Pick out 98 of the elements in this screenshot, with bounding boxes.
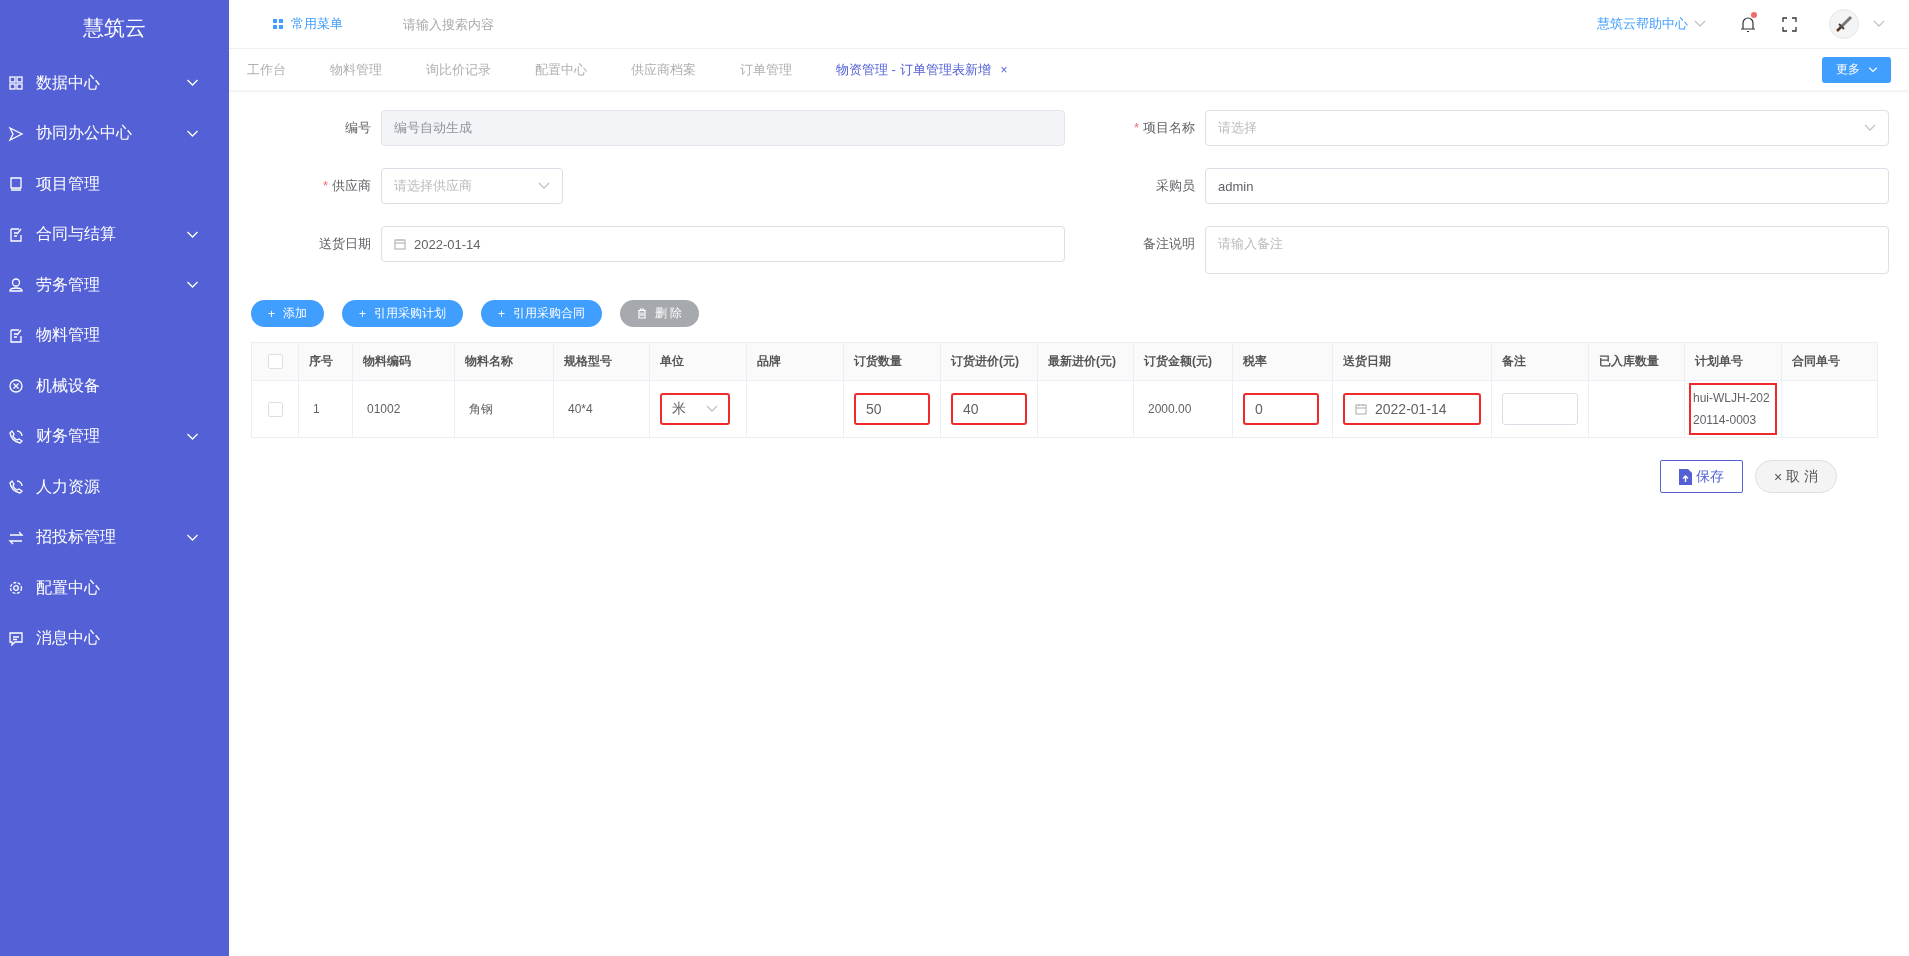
column-header: 订货进价(元)	[940, 342, 1038, 381]
edit-icon	[8, 327, 24, 344]
field-label: * 供应商	[321, 177, 372, 195]
more-button[interactable]: 更多	[1822, 56, 1891, 83]
column-header: 税率	[1232, 342, 1333, 381]
plus-icon: +	[498, 306, 506, 321]
chevron-down-icon	[706, 405, 718, 413]
sidebar-item[interactable]: 消息中心	[0, 613, 229, 664]
chevron-down-icon	[186, 533, 199, 542]
date-field[interactable]: 2022-01-14	[381, 226, 1065, 262]
sidebar-item[interactable]: 机械设备	[0, 361, 229, 412]
chevron-down-icon	[186, 79, 199, 88]
sidebar-item[interactable]: 配置中心	[0, 563, 229, 614]
column-header: 品牌	[746, 342, 844, 381]
save-button[interactable]: 保存	[1659, 460, 1743, 493]
cancel-button[interactable]: × 取 消	[1754, 460, 1837, 493]
table-cell-text: 2000.00	[1147, 401, 1193, 418]
bell-icon[interactable]	[1740, 15, 1756, 33]
field-label: 送货日期	[318, 235, 372, 253]
circle-x-icon	[8, 378, 24, 395]
column-header: 已入库数量	[1588, 342, 1685, 381]
column-header: 序号	[298, 342, 353, 381]
user-icon	[8, 277, 24, 294]
table-cell-text: 40*4	[567, 401, 594, 418]
chevron-down-icon	[1867, 66, 1878, 73]
chevron-down-icon	[186, 432, 199, 441]
tab[interactable]: 物资管理 - 订单管理表新增 ×	[836, 60, 1036, 79]
message-icon	[8, 630, 24, 647]
checkbox[interactable]	[267, 354, 283, 369]
chevron-down-icon	[186, 281, 199, 290]
sword-icon	[1835, 15, 1853, 33]
column-header: 合同单号	[1781, 342, 1878, 381]
plus-icon: +	[268, 306, 275, 321]
calendar-icon	[1355, 403, 1367, 415]
book-icon	[8, 176, 24, 193]
edit-icon	[8, 226, 24, 243]
checkbox[interactable]	[267, 401, 283, 417]
settings-icon	[8, 580, 24, 597]
column-header: 物料编码	[352, 342, 455, 381]
swap-icon	[8, 529, 24, 546]
column-header: 物料名称	[454, 342, 554, 381]
menu-button[interactable]: 常用菜单	[253, 15, 343, 33]
field-label: * 项目名称	[1132, 119, 1196, 137]
close-icon: ×	[1773, 468, 1783, 485]
input-field[interactable]: admin	[1205, 168, 1889, 204]
chevron-down-icon	[186, 129, 199, 138]
column-header: 备注	[1491, 342, 1589, 381]
sidebar-item[interactable]: 人力资源	[0, 462, 229, 513]
sidebar-item[interactable]: 合同与结算	[0, 209, 229, 260]
send-icon	[8, 125, 24, 142]
chevron-down-icon	[1864, 124, 1876, 132]
table-cell-text: 01002	[366, 401, 402, 418]
column-header: 送货日期	[1332, 342, 1492, 381]
table-cell-text: hui-WLJH-20220114-0003	[1689, 383, 1777, 435]
date-field[interactable]: 2022-01-14	[1343, 393, 1481, 425]
table-cell-text: 角钢	[468, 401, 494, 418]
phone-icon	[8, 479, 24, 496]
plus-icon: +	[359, 306, 367, 321]
sidebar-item[interactable]: 物料管理	[0, 310, 229, 361]
chevron-down-icon	[538, 182, 550, 190]
column-header: 最新进价(元)	[1037, 342, 1134, 381]
app-title: 慧筑云	[82, 15, 147, 41]
sidebar-item[interactable]: 数据中心	[0, 58, 229, 109]
help-center-link[interactable]: 慧筑云帮助中心	[1597, 15, 1706, 33]
table-cell-text: 1	[312, 401, 321, 418]
grid-icon	[8, 75, 24, 92]
column-header: 订货数量	[843, 342, 941, 381]
sidebar-item[interactable]: 协同办公中心	[0, 108, 229, 159]
input-field[interactable]: 50	[854, 393, 930, 425]
grid-icon	[273, 19, 283, 29]
avatar[interactable]	[1829, 9, 1859, 39]
input-field[interactable]: 40	[951, 393, 1027, 425]
close-icon[interactable]: ×	[1000, 62, 1008, 77]
action-button[interactable]: + 引用采购合同	[481, 300, 603, 327]
action-button[interactable]: + 引用采购计划	[342, 300, 464, 327]
chevron-down-icon	[1873, 20, 1885, 28]
input-field[interactable]	[1502, 393, 1578, 425]
action-button[interactable]: + 添加	[251, 300, 324, 327]
column-header: 单位	[649, 342, 747, 381]
field-label: 采购员	[1155, 177, 1196, 195]
sidebar-item[interactable]: 财务管理	[0, 411, 229, 462]
trash-icon	[637, 308, 648, 319]
sidebar-item[interactable]: 劳务管理	[0, 260, 229, 311]
sidebar-item[interactable]: 项目管理	[0, 159, 229, 210]
chevron-down-icon	[186, 230, 199, 239]
field-label: 编号	[344, 119, 372, 137]
input-field[interactable]: 0	[1243, 393, 1319, 425]
column-header: 规格型号	[553, 342, 650, 381]
sidebar-item[interactable]: 招投标管理	[0, 512, 229, 563]
phone-icon	[8, 428, 24, 445]
column-header: 计划单号	[1684, 342, 1782, 381]
fullscreen-icon[interactable]	[1782, 16, 1797, 32]
chevron-down-icon	[1694, 20, 1706, 28]
calendar-icon	[394, 238, 406, 250]
column-header: 订货金额(元)	[1133, 342, 1233, 381]
select-field[interactable]: 米	[660, 393, 730, 425]
file-upload-icon	[1678, 468, 1692, 485]
field-label: 备注说明	[1142, 235, 1196, 253]
